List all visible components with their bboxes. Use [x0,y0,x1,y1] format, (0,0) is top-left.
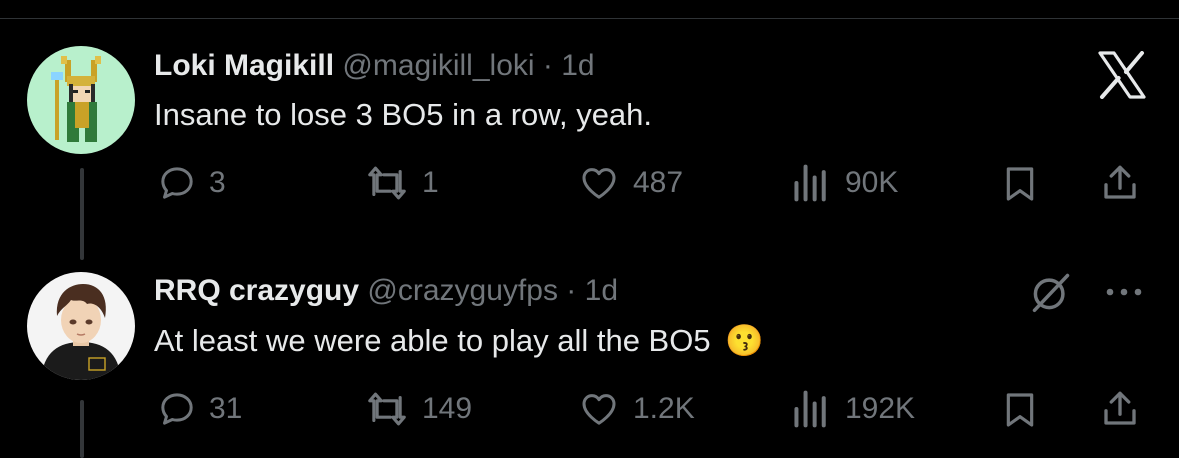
view-count: 192K [845,392,916,425]
reply-count: 3 [209,166,226,199]
like-count: 1.2K [633,392,695,425]
more-dots-icon [1106,288,1142,296]
views-button[interactable]: 192K [789,389,915,429]
repost-count: 149 [422,392,473,425]
tweet-1-text: Insane to lose 3 BO5 in a row, yeah. [154,97,653,132]
bookmark-button[interactable] [1000,163,1040,210]
views-button[interactable]: 90K [789,163,898,203]
grok-button[interactable] [1029,270,1073,319]
bookmark-icon [1006,393,1034,427]
share-button[interactable] [1099,387,1141,436]
separator-dot: · [566,274,577,307]
reply-icon [161,167,193,199]
like-button[interactable]: 487 [577,163,683,203]
share-icon [1104,165,1136,199]
repost-count: 1 [422,166,439,199]
bookmark-button[interactable] [1000,389,1040,436]
reply-count: 31 [209,392,243,425]
thread-line-2 [80,400,84,458]
avatar-tweet-1[interactable] [27,46,135,154]
tweet-2-header: RRQ crazyguy @crazyguyfps · 1d [154,274,618,308]
top-divider [0,18,1179,19]
repost-button[interactable]: 1 [364,163,439,203]
tweet-2-text-content: At least we were able to play all the BO… [154,323,711,358]
view-count: 90K [845,166,899,199]
reply-icon [161,393,193,425]
reply-button[interactable]: 3 [157,163,226,203]
separator-dot: · [542,49,553,82]
reply-button[interactable]: 31 [157,389,242,429]
thread-line-1 [80,168,84,260]
display-name[interactable]: RRQ crazyguy [154,274,359,307]
timestamp[interactable]: 1d [561,49,594,82]
repost-icon [368,392,406,426]
tweet-1-header: Loki Magikill @magikill_loki · 1d [154,49,595,83]
handle[interactable]: @magikill_loki [342,49,534,82]
share-icon [1104,391,1136,425]
handle[interactable]: @crazyguyfps [367,274,558,307]
share-button[interactable] [1099,161,1141,210]
heart-icon [582,394,616,425]
bookmark-icon [1006,167,1034,201]
repost-icon [368,166,406,200]
display-name[interactable]: Loki Magikill [154,49,334,82]
more-button[interactable] [1102,282,1146,307]
like-count: 487 [633,166,684,199]
avatar-tweet-2[interactable] [27,272,135,380]
views-chart-icon [794,390,826,428]
heart-icon [582,168,616,199]
views-chart-icon [794,164,826,202]
repost-button[interactable]: 149 [364,389,472,429]
tweet-2-text: At least we were able to play all the BO… [154,322,764,359]
like-button[interactable]: 1.2K [577,389,695,429]
x-logo-icon [1096,51,1148,104]
timestamp[interactable]: 1d [585,274,618,307]
emoji-kissing-face: 😗 [725,323,764,358]
grok-icon [1032,273,1070,313]
